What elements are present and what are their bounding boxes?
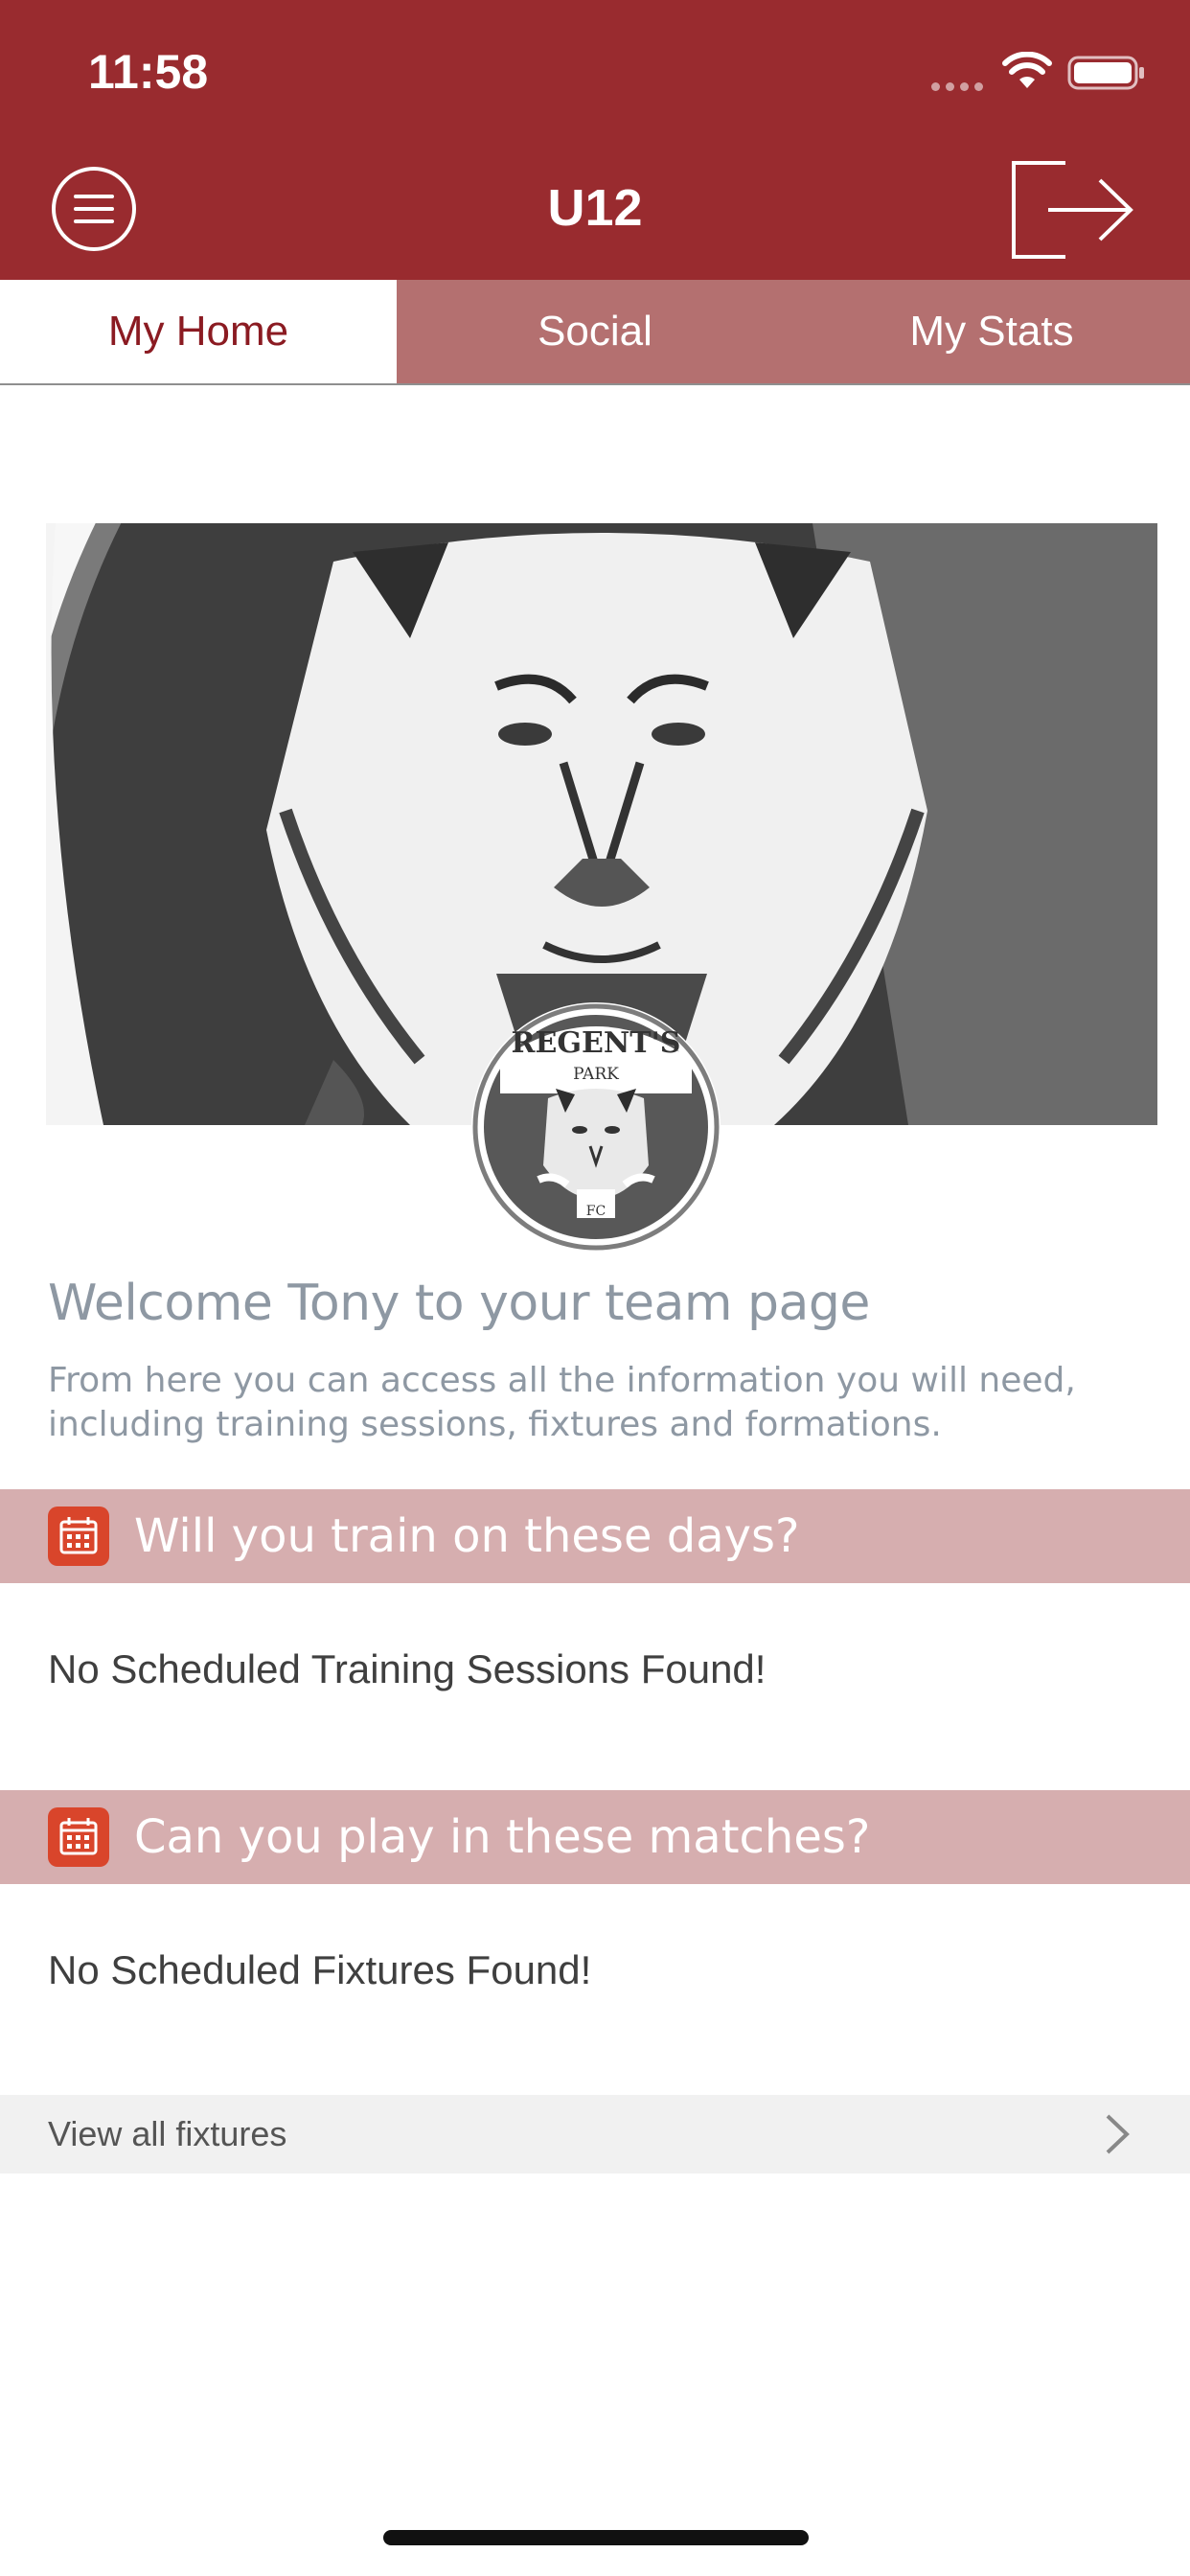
logo-middle-text: PARK [573,1065,619,1084]
calendar-icon [48,1807,109,1867]
wifi-icon [1002,52,1052,88]
signal-dots-icon [931,79,989,91]
tab-bar: My Home Social My Stats [0,280,1190,385]
view-all-fixtures-label: View all fixtures [48,2114,287,2153]
logo-bottom-text: FC [586,1204,606,1219]
training-empty-message: No Scheduled Training Sessions Found! [48,1646,767,1691]
training-section-header: Will you train on these days? [0,1489,1190,1583]
logo-top-text: REGENT'S [512,1026,681,1060]
chevron-right-icon [1106,2114,1130,2154]
team-logo: REGENT'S PARK FC [471,1002,721,1252]
app-header: 11:58 U12 [0,0,1190,280]
tab-my-home[interactable]: My Home [0,280,397,383]
fixtures-empty-message: No Scheduled Fixtures Found! [48,1947,592,1992]
tab-social[interactable]: Social [397,280,793,383]
welcome-title: Welcome Tony to your team page [48,1275,870,1332]
calendar-icon [48,1506,109,1566]
battery-icon [1067,56,1144,90]
app-screen: 11:58 U12 My Home Social My Stats REGENT… [0,0,1190,2576]
fixtures-section-header: Can you play in these matches? [0,1790,1190,1884]
tab-my-stats[interactable]: My Stats [793,280,1190,383]
status-time: 11:58 [88,45,209,99]
training-section-title: Will you train on these days? [134,1509,800,1563]
logout-arrow-icon[interactable] [1008,159,1138,261]
welcome-text: From here you can access all the informa… [48,1361,1076,1444]
view-all-fixtures-button[interactable]: View all fixtures [0,2095,1190,2174]
home-indicator[interactable] [383,2530,809,2545]
fixtures-section-title: Can you play in these matches? [134,1810,871,1864]
